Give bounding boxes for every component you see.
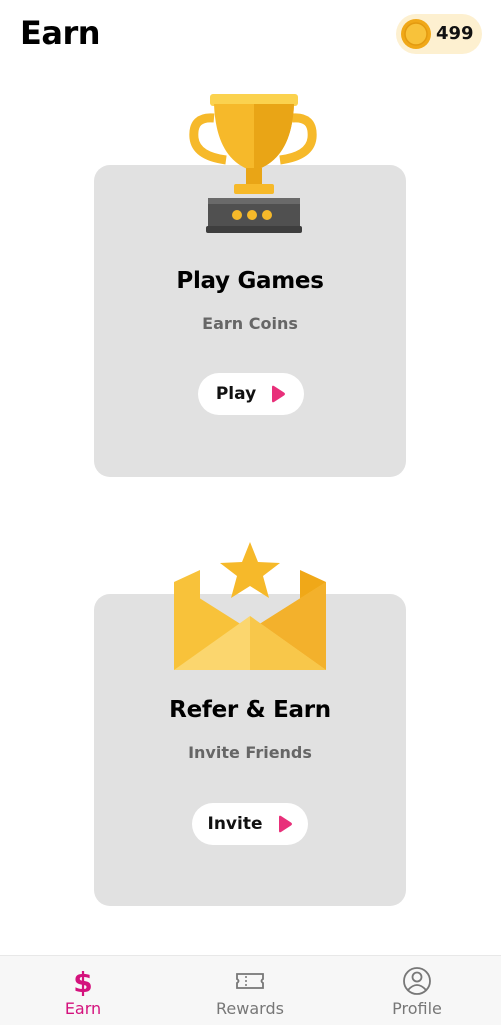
nav-item-profile[interactable]: Profile [357,956,477,1025]
nav-label: Profile [392,999,442,1018]
page-title: Earn [20,14,101,52]
svg-text:$: $ [73,966,92,996]
bottom-nav: $ Earn Rewards Profile [0,955,501,1025]
play-arrow-icon [272,385,286,403]
coin-count: 499 [436,23,474,44]
nav-item-earn[interactable]: $ Earn [23,956,143,1025]
nav-label: Rewards [216,999,284,1018]
play-button-label: Play [215,384,257,404]
card-title: Refer & Earn [169,697,331,723]
profile-icon [403,967,431,995]
card-title: Play Games [176,268,324,294]
coin-icon [401,19,431,49]
dollar-icon: $ [73,966,92,996]
play-button[interactable]: Play [198,373,304,415]
trophy-icon [189,94,317,233]
coin-balance[interactable]: 499 [396,14,482,54]
card-subtitle: Earn Coins [202,314,298,333]
card-subtitle: Invite Friends [188,743,312,762]
ticket-icon [236,973,264,989]
header: Earn 499 [0,0,501,70]
invite-button-label: Invite [207,814,263,834]
nav-label: Earn [64,999,102,1018]
nav-item-rewards[interactable]: Rewards [190,956,310,1025]
play-arrow-icon [278,815,292,833]
invite-button[interactable]: Invite [192,803,308,845]
envelope-star-icon [174,542,326,670]
